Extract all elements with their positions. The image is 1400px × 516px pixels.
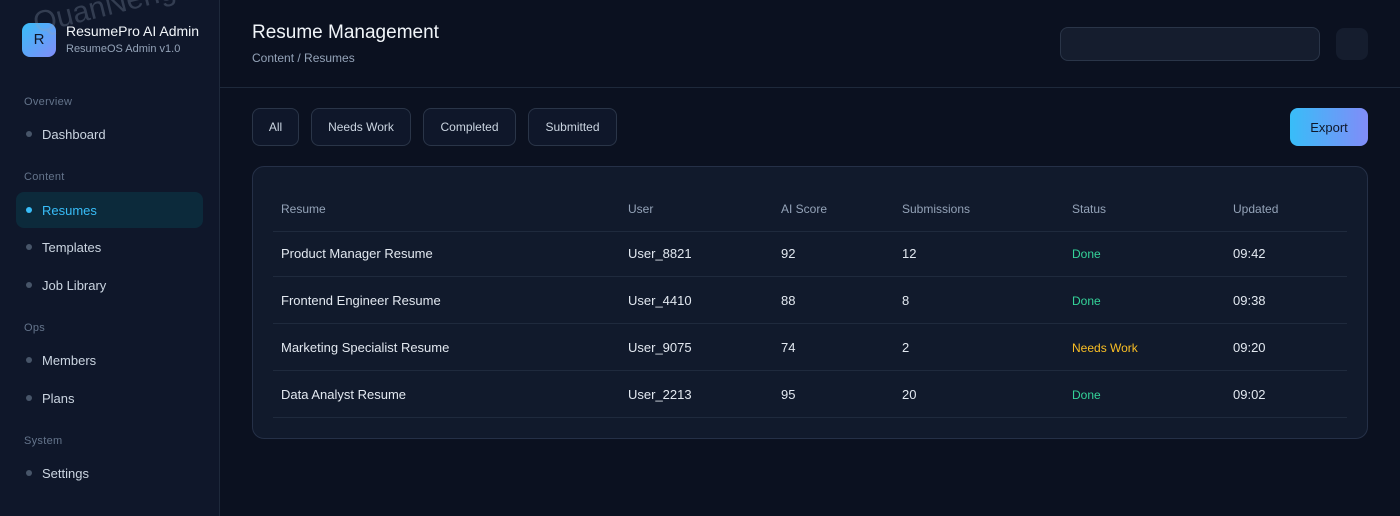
topbar: Resume Management Content / Resumes [220,0,1400,88]
cell-submissions: 8 [902,293,910,308]
bullet-icon [26,131,32,137]
cell-ai-score: 74 [781,340,796,355]
cell-user: User_9075 [628,340,692,355]
filter-submitted[interactable]: Submitted [528,108,617,146]
cell-updated: 09:42 [1233,246,1266,261]
sidebar-item-label: Plans [42,390,75,406]
column-header-ai-score[interactable]: AI Score [781,185,827,232]
brand-subtitle: ResumeOS Admin v1.0 [66,43,181,55]
bullet-icon [26,470,32,476]
cell-updated: 09:02 [1233,387,1266,402]
search-input[interactable] [1060,27,1320,61]
sidebar-item-label: Settings [42,465,89,481]
column-header-submissions[interactable]: Submissions [902,185,970,232]
cell-resume: Product Manager Resume [281,246,433,261]
resume-table: Resume User AI Score Submissions Status … [252,166,1368,439]
sidebar-item-label: Templates [42,239,102,255]
brand-logo: R [22,22,56,57]
cell-resume: Data Analyst Resume [281,387,407,402]
cell-resume: Frontend Engineer Resume [281,293,441,308]
sidebar-item-label: Dashboard [42,126,106,142]
nav-section-overview: Overview [24,96,73,108]
sidebar-item-members[interactable]: Members [16,342,203,378]
sidebar-item-dashboard[interactable]: Dashboard [16,116,203,152]
cell-ai-score: 88 [781,293,796,308]
breadcrumb: Content / Resumes [252,51,355,65]
cell-submissions: 12 [902,246,917,261]
table-row[interactable]: Marketing Specialist Resume User_9075 74… [273,324,1347,371]
cell-updated: 09:38 [1233,293,1266,308]
sidebar-item-label: Job Library [42,277,107,293]
table-row[interactable]: Product Manager Resume User_8821 92 12 D… [273,230,1347,277]
sidebar-item-settings[interactable]: Settings [16,455,203,491]
bullet-icon [26,244,32,250]
cell-user: User_8821 [628,246,692,261]
filter-completed[interactable]: Completed [423,108,516,146]
cell-ai-score: 92 [781,246,796,261]
bullet-icon [26,207,32,213]
status-badge: Needs Work [1072,340,1138,355]
column-header-user[interactable]: User [628,185,653,232]
sidebar-item-plans[interactable]: Plans [16,380,203,416]
cell-submissions: 20 [902,387,917,402]
column-header-status[interactable]: Status [1072,185,1106,232]
sidebar-item-label: Members [42,352,97,368]
bullet-icon [26,395,32,401]
bullet-icon [26,357,32,363]
status-badge: Done [1072,293,1101,308]
nav-section-system: System [24,435,63,447]
bullet-icon [26,282,32,288]
page-title: Resume Management [252,22,439,43]
sidebar-item-job-library[interactable]: Job Library [16,267,203,303]
filter-all[interactable]: All [252,108,299,146]
cell-resume: Marketing Specialist Resume [281,340,450,355]
nav-section-content: Content [24,171,65,183]
brand: R ResumePro AI Admin ResumeOS Admin v1.0 [22,22,199,57]
cell-ai-score: 95 [781,387,796,402]
cell-user: User_4410 [628,293,692,308]
column-header-updated[interactable]: Updated [1233,185,1278,232]
table-row[interactable]: Frontend Engineer Resume User_4410 88 8 … [273,277,1347,324]
cell-updated: 09:20 [1233,340,1266,355]
sidebar-item-resumes[interactable]: Resumes [16,192,203,228]
brand-title: ResumePro AI Admin [66,23,200,39]
sidebar-item-label: Resumes [42,202,97,218]
sidebar: R ResumePro AI Admin ResumeOS Admin v1.0… [0,0,220,516]
status-badge: Done [1072,387,1101,402]
sidebar-item-templates[interactable]: Templates [16,229,203,265]
table-row[interactable]: Data Analyst Resume User_2213 95 20 Done… [273,371,1347,418]
nav-section-ops: Ops [24,322,46,334]
square-icon[interactable] [1336,28,1368,60]
export-button[interactable]: Export [1290,108,1368,146]
filter-needs-work[interactable]: Needs Work [311,108,411,146]
status-badge: Done [1072,246,1101,261]
cell-submissions: 2 [902,340,910,355]
column-header-resume[interactable]: Resume [281,185,326,232]
table-header-row: Resume User AI Score Submissions Status … [273,185,1347,232]
cell-user: User_2213 [628,387,692,402]
